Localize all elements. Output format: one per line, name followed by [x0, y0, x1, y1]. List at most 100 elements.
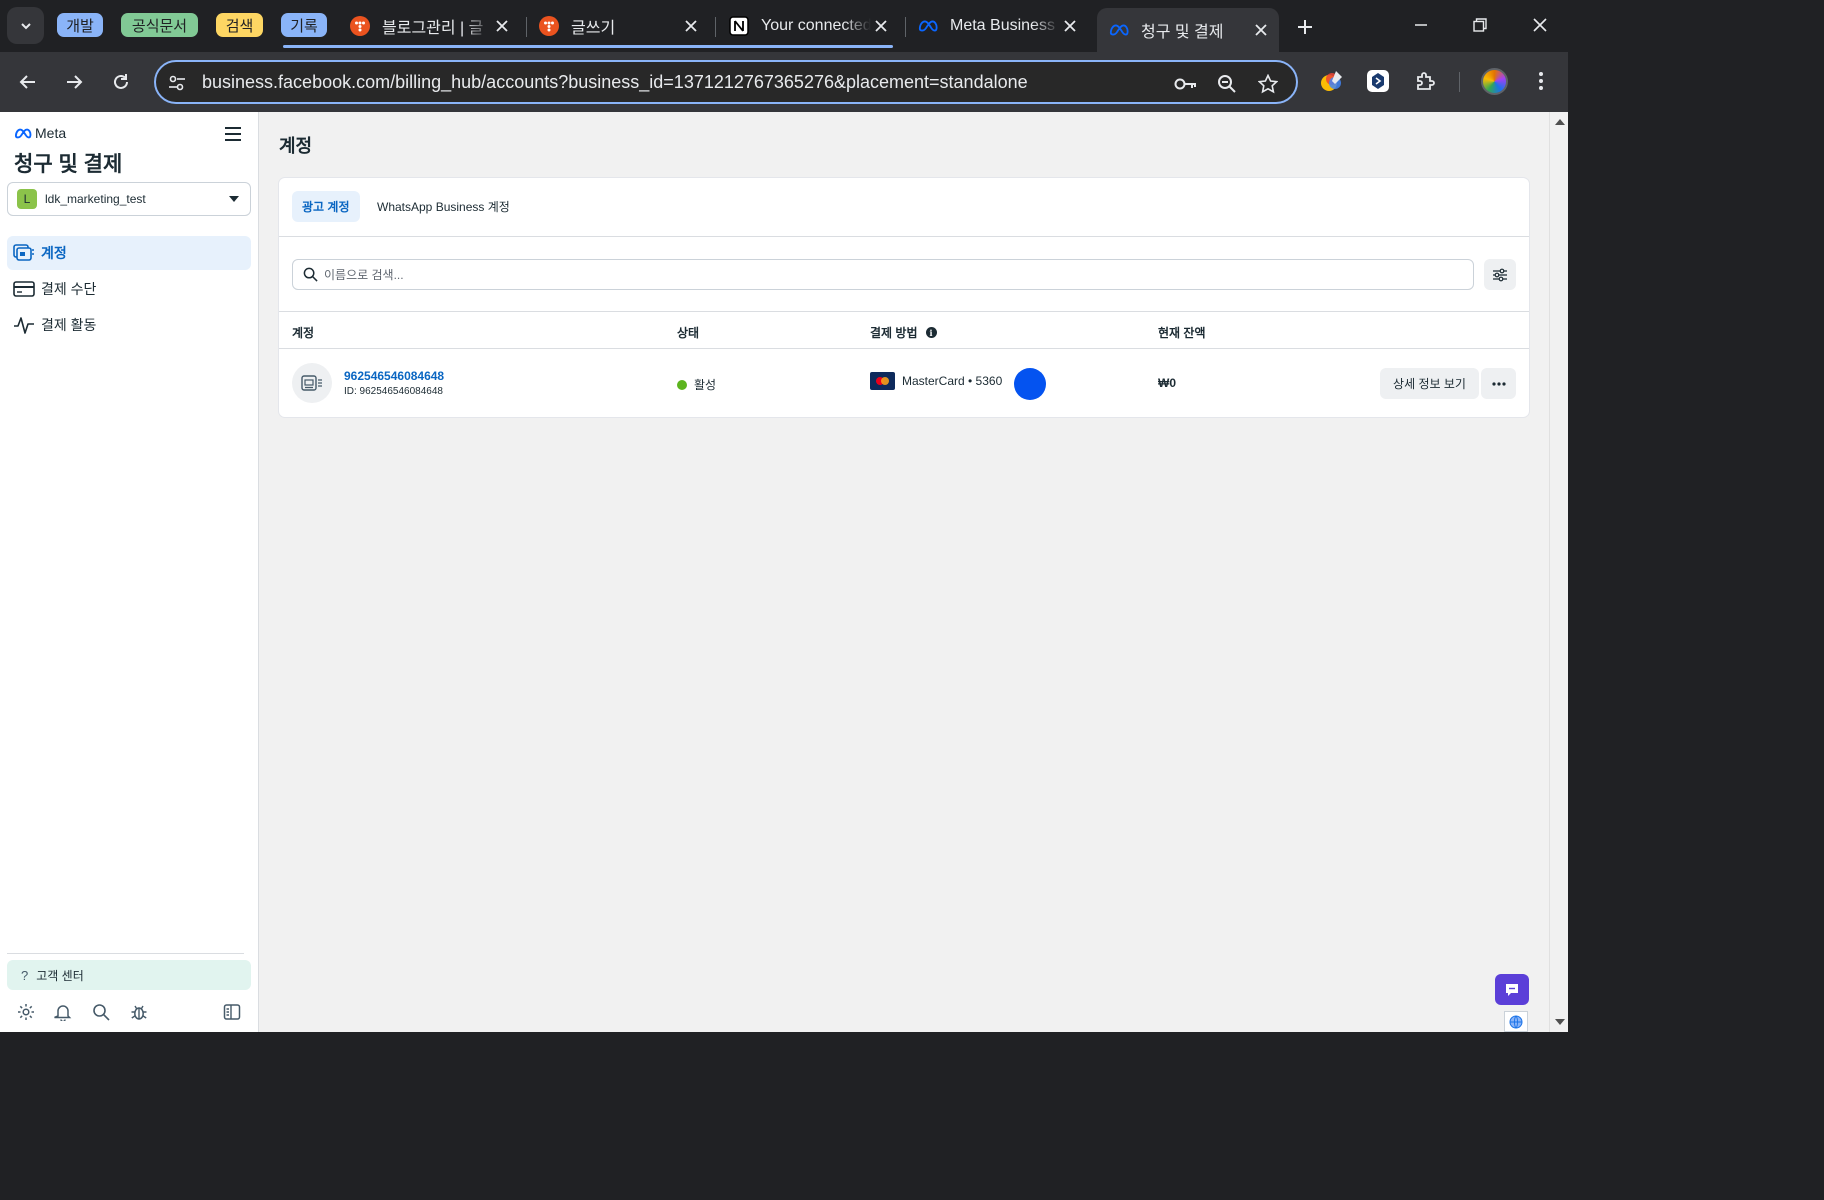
restore-icon [1473, 18, 1487, 32]
accounts-card: 광고 계정 WhatsApp Business 계정 계정 상태 결제 방법 i… [279, 178, 1529, 417]
info-icon[interactable]: i [925, 327, 937, 338]
scroll-up-arrow-icon[interactable] [1555, 119, 1565, 125]
profile-avatar[interactable] [1481, 68, 1508, 95]
meta-logo[interactable]: Meta [14, 125, 66, 141]
browser-toolbar: business.facebook.com/billing_hub/accoun… [0, 52, 1568, 112]
close-tab-icon[interactable] [1251, 20, 1271, 40]
bookmark-star-icon[interactable] [1256, 72, 1280, 96]
status-badge: 활성 [677, 376, 716, 393]
site-settings-icon[interactable] [166, 72, 188, 94]
close-window-button[interactable] [1525, 10, 1555, 40]
current-balance: ₩0 [1158, 376, 1176, 390]
collapse-sidebar-button[interactable] [221, 1001, 243, 1023]
credit-card-icon [12, 277, 36, 301]
color-extension-icon[interactable] [1318, 67, 1346, 95]
tab-group-dev[interactable]: 개발 [57, 13, 103, 37]
password-key-icon[interactable] [1174, 72, 1198, 96]
language-button[interactable] [1504, 1011, 1528, 1032]
search-icon [93, 1004, 110, 1021]
hamburger-icon [225, 127, 241, 141]
column-header-status[interactable]: 상태 [677, 324, 699, 341]
view-details-button[interactable]: 상세 정보 보기 [1380, 368, 1479, 399]
tab-billing[interactable]: 청구 및 결제 [1097, 8, 1279, 52]
tab-title: 블로그관리 | 글 [382, 20, 484, 37]
tab-search-button[interactable] [7, 7, 44, 44]
sidebar-item-accounts[interactable]: 계정 [7, 236, 251, 270]
column-header-payment-method[interactable]: 결제 방법 i [870, 324, 937, 341]
billing-page: Meta 청구 및 결제 L ldk_marketing_test 계정 결제 … [0, 112, 1568, 1032]
sidebar-divider [7, 953, 244, 954]
feedback-chat-button[interactable] [1495, 974, 1529, 1005]
filter-button[interactable] [1484, 259, 1516, 290]
bug-icon [131, 1005, 147, 1020]
tistory-icon [350, 16, 370, 36]
tab-group-search[interactable]: 검색 [216, 13, 263, 37]
table-row: 962546546084648 ID: 962546546084648 활성 M… [279, 350, 1529, 417]
payment-method-label: MasterCard • 5360 [902, 374, 1003, 388]
account-name-link[interactable]: 962546546084648 [344, 369, 444, 383]
help-center-label: 고객 센터 [36, 968, 84, 983]
question-icon: ? [21, 967, 29, 983]
forward-button[interactable] [58, 66, 90, 98]
close-tab-icon[interactable] [492, 16, 512, 36]
address-bar[interactable]: business.facebook.com/billing_hub/accoun… [154, 60, 1298, 104]
sidebar-item-label: 결제 수단 [41, 281, 97, 297]
sidebar-panel-icon [223, 1004, 241, 1020]
tab-ad-accounts[interactable]: 광고 계정 [292, 191, 360, 222]
back-button[interactable] [12, 66, 44, 98]
restore-button[interactable] [1465, 10, 1495, 40]
tab-blog-manage[interactable]: 블로그관리 | 글 [338, 9, 520, 43]
column-header-balance[interactable]: 현재 잔액 [1158, 324, 1206, 341]
table-header: 계정 상태 결제 방법 i 현재 잔액 [279, 311, 1529, 349]
sidebar-item-payment-methods[interactable]: 결제 수단 [7, 272, 251, 306]
account-id: ID: 962546546084648 [344, 386, 443, 397]
close-tab-icon[interactable] [1060, 16, 1080, 36]
close-tab-icon[interactable] [681, 16, 701, 36]
tab-group-records[interactable]: 기록 [281, 13, 327, 37]
notion-icon [729, 16, 749, 36]
search-field[interactable] [292, 259, 1474, 290]
script-extension-icon[interactable] [1364, 67, 1392, 95]
bell-icon [54, 1005, 72, 1021]
tab-separator [715, 17, 716, 37]
report-bug-button[interactable] [128, 1001, 150, 1023]
tab-whatsapp-accounts[interactable]: WhatsApp Business 계정 [367, 191, 520, 222]
browser-tabstrip: 개발 공식문서 검색 기록 블로그관리 | 글 글쓰기 Your connect… [0, 0, 1568, 52]
notifications-button[interactable] [52, 1001, 74, 1023]
tab-meta-business[interactable]: Meta Business [906, 9, 1088, 43]
more-options-button[interactable] [1481, 368, 1516, 399]
zoom-out-icon[interactable] [1215, 72, 1239, 96]
page-scrollbar[interactable] [1549, 112, 1568, 1032]
sidebar-item-payment-activity[interactable]: 결제 활동 [7, 308, 251, 342]
sidebar-item-label: 결제 활동 [41, 317, 97, 333]
scroll-down-arrow-icon[interactable] [1555, 1019, 1565, 1025]
close-icon [1533, 18, 1547, 32]
column-header-account[interactable]: 계정 [292, 324, 314, 341]
new-tab-button[interactable] [1292, 14, 1318, 40]
status-label: 활성 [694, 378, 717, 392]
extensions-puzzle-icon[interactable] [1412, 67, 1440, 95]
page-title: 계정 [279, 136, 313, 156]
more-horizontal-icon [1491, 381, 1506, 386]
menu-toggle-button[interactable] [224, 126, 244, 144]
tab-group-docs[interactable]: 공식문서 [121, 13, 198, 37]
minimize-button[interactable] [1406, 10, 1436, 40]
search-input[interactable] [324, 267, 1424, 282]
sidebar-item-label: 계정 [41, 245, 67, 261]
settings-button[interactable] [15, 1001, 37, 1023]
reload-button[interactable] [105, 66, 137, 98]
accounts-icon [12, 241, 36, 265]
close-tab-icon[interactable] [871, 16, 891, 36]
help-center-link[interactable]: ? 고객 센터 [7, 960, 251, 990]
search-button[interactable] [90, 1001, 112, 1023]
business-selector[interactable]: L ldk_marketing_test [7, 182, 251, 216]
payment-method: MasterCard • 5360 [870, 372, 1002, 390]
more-vertical-icon [1539, 72, 1543, 90]
business-name: ldk_marketing_test [45, 192, 146, 206]
tab-title: Meta Business [950, 17, 1055, 34]
tab-write[interactable]: 글쓰기 [527, 9, 709, 43]
tab-notion[interactable]: Your connected [717, 9, 899, 43]
business-avatar: L [17, 189, 37, 209]
browser-menu-button[interactable] [1527, 67, 1555, 95]
plus-icon [1298, 20, 1312, 34]
